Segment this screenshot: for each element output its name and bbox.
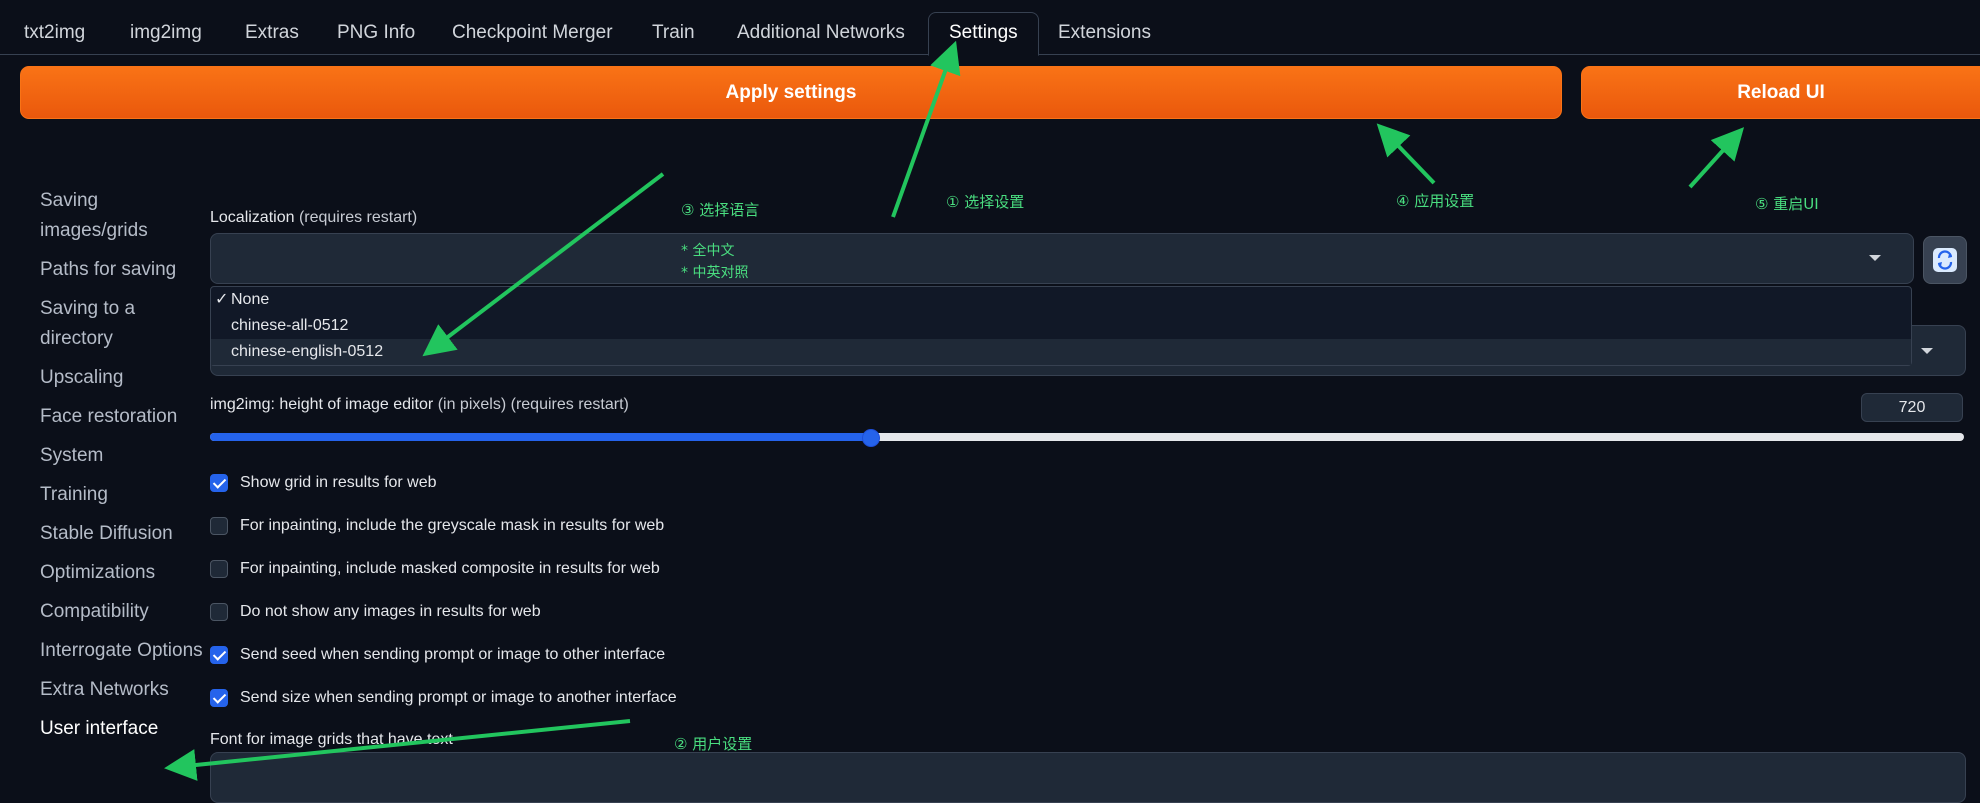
annotation-step3: ③ 选择语言 [681, 201, 760, 219]
option-chinese-english[interactable]: chinese-english-0512 [211, 339, 1911, 365]
checkbox-send-size[interactable]: Send size when sending prompt or image t… [210, 687, 677, 709]
tab-additional-networks[interactable]: Additional Networks [733, 13, 909, 53]
sidebar-item-user-interface[interactable]: User interface [40, 714, 210, 744]
checkbox-no-images[interactable]: Do not show any images in results for we… [210, 601, 541, 623]
sidebar-item-upscaling[interactable]: Upscaling [40, 363, 210, 393]
option-chinese-all[interactable]: chinese-all-0512 [211, 313, 1911, 339]
localization-note: (requires restart) [298, 209, 418, 226]
checkbox[interactable] [210, 646, 228, 664]
option-label: chinese-english-0512 [231, 343, 384, 360]
chevron-down-icon [1869, 255, 1881, 261]
tab-settings[interactable]: Settings [928, 12, 1039, 56]
settings-sidebar: Saving images/grids Paths for saving Sav… [40, 186, 210, 753]
font-grid-label: Font for image grids that have text [210, 731, 453, 748]
sidebar-item-optimizations[interactable]: Optimizations [40, 558, 210, 588]
checkmark-icon: ✓ [215, 291, 229, 308]
checkbox[interactable] [210, 560, 228, 578]
tab-png-info[interactable]: PNG Info [333, 13, 419, 53]
annotation-lang2: * 中英对照 [681, 265, 749, 281]
img2img-height-input[interactable]: 720 [1861, 393, 1963, 422]
checkbox-show-grid[interactable]: Show grid in results for web [210, 472, 437, 494]
annotation-step1: ① 选择设置 [946, 193, 1025, 211]
localization-select[interactable] [210, 233, 1914, 284]
annotation-step4: ④ 应用设置 [1396, 192, 1475, 210]
checkbox-label: Send size when sending prompt or image t… [240, 689, 677, 706]
img2img-height-label: img2img: height of image editor (in pixe… [210, 396, 629, 414]
checkbox-label: For inpainting, include the greyscale ma… [240, 517, 665, 534]
tab-bar: txt2img img2img Extras PNG Info Checkpoi… [0, 0, 1980, 56]
checkbox-label: Show grid in results for web [240, 474, 437, 491]
chevron-down-icon [1921, 348, 1933, 354]
img2img-height-slider[interactable] [210, 433, 1964, 441]
img2img-height-label-text: img2img: height of image editor [210, 396, 434, 413]
slider-thumb[interactable] [861, 429, 880, 447]
sidebar-item-face-restoration[interactable]: Face restoration [40, 402, 210, 432]
checkbox-greyscale-mask[interactable]: For inpainting, include the greyscale ma… [210, 515, 664, 537]
apply-settings-button[interactable]: Apply settings [20, 66, 1562, 119]
slider-fill [210, 433, 870, 441]
sidebar-item-paths[interactable]: Paths for saving [40, 255, 210, 285]
checkbox[interactable] [210, 474, 228, 492]
checkbox-masked-composite[interactable]: For inpainting, include masked composite… [210, 558, 660, 580]
sidebar-item-stable-diffusion[interactable]: Stable Diffusion [40, 519, 210, 549]
annotation-lang1: * 全中文 [681, 243, 735, 259]
sidebar-item-interrogate[interactable]: Interrogate Options [40, 636, 210, 666]
localization-label-text: Localization [210, 209, 295, 226]
localization-refresh-button[interactable] [1923, 236, 1967, 284]
checkbox[interactable] [210, 603, 228, 621]
tab-checkpoint-merger[interactable]: Checkpoint Merger [448, 13, 617, 53]
sidebar-item-system[interactable]: System [40, 441, 210, 471]
sidebar-item-extra-networks[interactable]: Extra Networks [40, 675, 210, 705]
img2img-height-note: (requires restart) [510, 396, 629, 413]
sidebar-item-training[interactable]: Training [40, 480, 210, 510]
option-label: chinese-all-0512 [231, 317, 349, 334]
localization-dropdown: ✓ None chinese-all-0512 chinese-english-… [210, 286, 1912, 366]
sidebar-item-saving-directory[interactable]: Saving to a directory [40, 294, 210, 354]
option-label: None [231, 291, 270, 308]
font-grid-input[interactable] [210, 752, 1966, 803]
arrow-to-apply [1376, 123, 1436, 185]
tab-extras[interactable]: Extras [241, 13, 303, 53]
arrow-to-reload [1688, 127, 1745, 189]
sidebar-item-saving-images[interactable]: Saving images/grids [40, 186, 210, 246]
refresh-icon [1933, 248, 1957, 272]
localization-label: Localization (requires restart) [210, 209, 417, 227]
tab-txt2img[interactable]: txt2img [20, 13, 89, 53]
annotation-step2: ② 用户设置 [674, 735, 753, 753]
checkbox[interactable] [210, 689, 228, 707]
annotation-step5: ⑤ 重启UI [1755, 195, 1819, 213]
checkbox-label: Do not show any images in results for we… [240, 603, 541, 620]
checkbox[interactable] [210, 517, 228, 535]
img2img-height-unit: (in pixels) [437, 396, 507, 413]
checkbox-label: Send seed when sending prompt or image t… [240, 646, 666, 663]
checkbox-send-seed[interactable]: Send seed when sending prompt or image t… [210, 644, 665, 666]
option-none[interactable]: ✓ None [211, 287, 1911, 313]
tab-train[interactable]: Train [648, 13, 699, 53]
reload-ui-button[interactable]: Reload UI [1581, 66, 1980, 119]
sidebar-item-compatibility[interactable]: Compatibility [40, 597, 210, 627]
tab-extensions[interactable]: Extensions [1054, 13, 1155, 53]
checkbox-label: For inpainting, include masked composite… [240, 560, 660, 577]
tab-img2img[interactable]: img2img [126, 13, 206, 53]
